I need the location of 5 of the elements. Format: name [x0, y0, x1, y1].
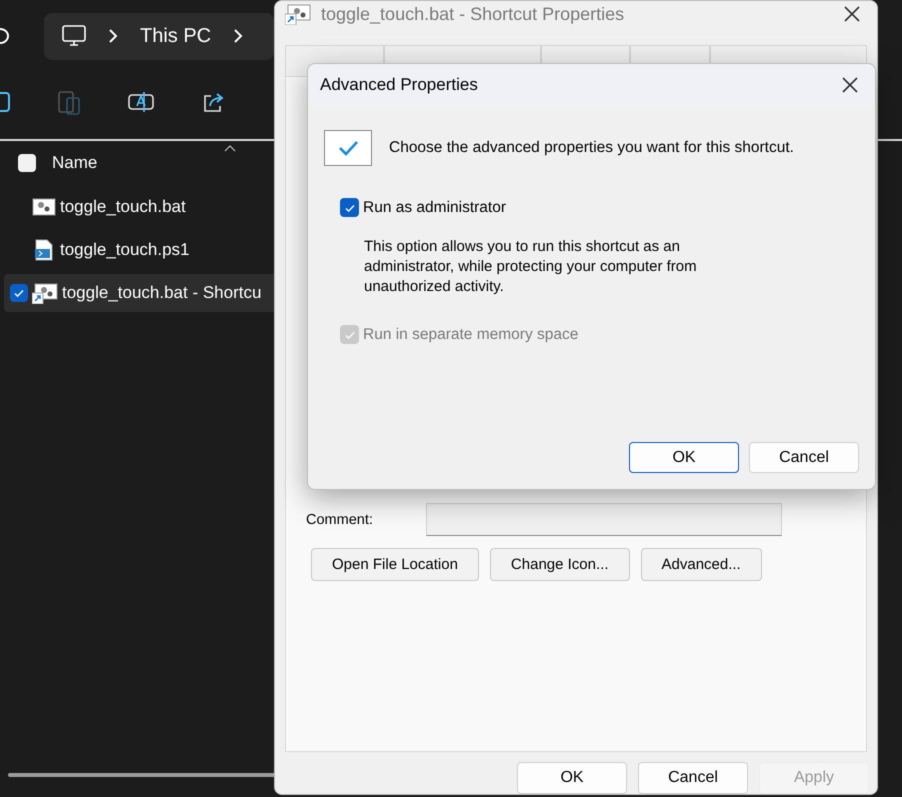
comment-label: Comment: [306, 512, 374, 528]
dialog-title: Advanced Properties [320, 75, 479, 95]
option-description: This option allows you to run this shortcut as an administrator, while protecting your computer from unauthorized activity. [364, 237, 698, 297]
window-title: toggle_touch.bat - Shortcut Properties [321, 4, 626, 24]
intro-text: Choose the advanced properties you want for this shortcut. [389, 139, 794, 157]
